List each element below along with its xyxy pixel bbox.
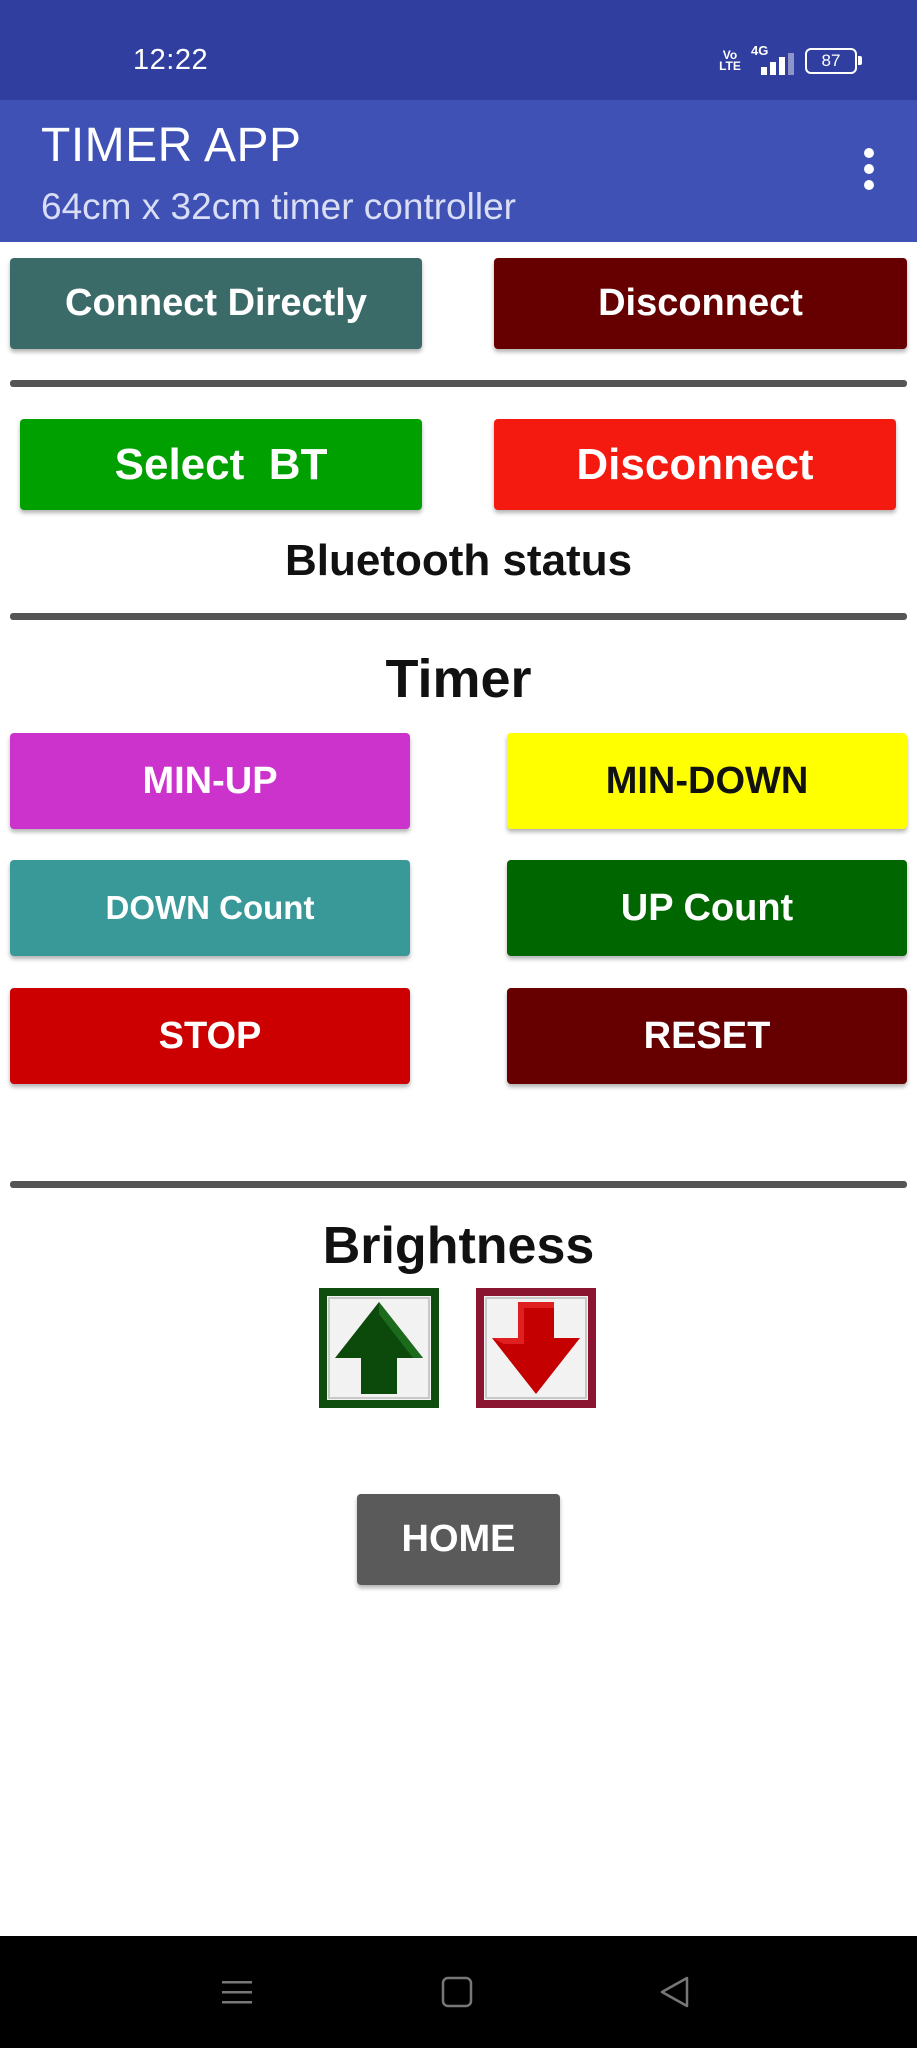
timer-heading: Timer xyxy=(385,649,532,709)
brightness-up-button[interactable] xyxy=(317,1286,441,1410)
app-bar: TIMER APP 64cm x 32cm timer controller xyxy=(0,100,917,242)
app-subtitle: 64cm x 32cm timer controller xyxy=(41,186,516,227)
divider-2 xyxy=(10,613,907,620)
up-count-button[interactable]: UP Count xyxy=(507,860,907,956)
stop-label: STOP xyxy=(158,1014,262,1057)
brightness-heading: Brightness xyxy=(322,1217,595,1275)
down-count-button[interactable]: DOWN Count xyxy=(10,860,410,956)
down-count-label: DOWN Count xyxy=(105,889,315,926)
select-bt-button[interactable]: Select BT xyxy=(20,419,422,510)
arrow-down-icon xyxy=(476,1288,596,1408)
bluetooth-status: Bluetooth status xyxy=(284,536,633,585)
battery-level: 87 xyxy=(821,51,841,70)
system-nav-bar xyxy=(0,1936,917,2048)
reset-label: RESET xyxy=(643,1014,771,1057)
disconnect-direct-label: Disconnect xyxy=(598,282,803,324)
connect-directly-label: Connect Directly xyxy=(65,282,367,324)
min-down-label: MIN-DOWN xyxy=(605,759,809,802)
battery-icon: 87 xyxy=(805,48,862,74)
disconnect-bt-label: Disconnect xyxy=(576,439,814,489)
select-bt-label: Select BT xyxy=(114,439,328,489)
divider-3 xyxy=(10,1181,907,1188)
home-square-icon[interactable] xyxy=(439,1974,475,2015)
disconnect-bt-button[interactable]: Disconnect xyxy=(494,419,896,510)
status-bar: 12:22 Vo LTE 4G 87 xyxy=(0,0,917,100)
stop-button[interactable]: STOP xyxy=(10,988,410,1084)
status-icons: Vo LTE 4G 87 xyxy=(719,43,862,78)
home-label: HOME xyxy=(401,1518,516,1560)
up-count-label: UP Count xyxy=(620,886,794,929)
signal-icon: 4G xyxy=(751,43,795,77)
arrow-up-icon xyxy=(319,1288,439,1408)
min-up-button[interactable]: MIN-UP xyxy=(10,733,410,829)
divider-1 xyxy=(10,380,907,387)
brightness-down-button[interactable] xyxy=(474,1286,598,1410)
reset-button[interactable]: RESET xyxy=(507,988,907,1084)
disconnect-direct-button[interactable]: Disconnect xyxy=(494,258,907,349)
min-up-label: MIN-UP xyxy=(142,759,278,802)
connect-directly-button[interactable]: Connect Directly xyxy=(10,258,422,349)
volte-icon: Vo LTE xyxy=(719,48,741,73)
kebab-menu-icon[interactable] xyxy=(861,148,877,194)
home-button[interactable]: HOME xyxy=(357,1494,560,1585)
app-title: TIMER APP xyxy=(41,119,302,172)
status-time: 12:22 xyxy=(133,44,209,76)
back-triangle-icon[interactable] xyxy=(657,1974,693,2015)
min-down-button[interactable]: MIN-DOWN xyxy=(507,733,907,829)
recents-icon[interactable] xyxy=(219,1974,255,2015)
